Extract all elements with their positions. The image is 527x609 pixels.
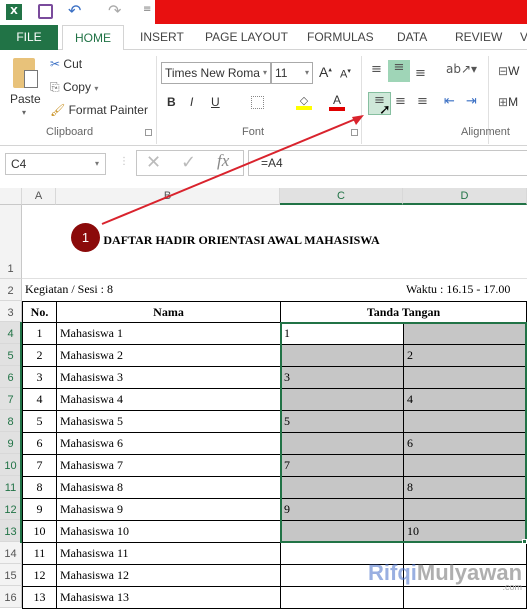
annotation-arrow	[101, 115, 364, 225]
step-badge: 1	[71, 223, 100, 252]
